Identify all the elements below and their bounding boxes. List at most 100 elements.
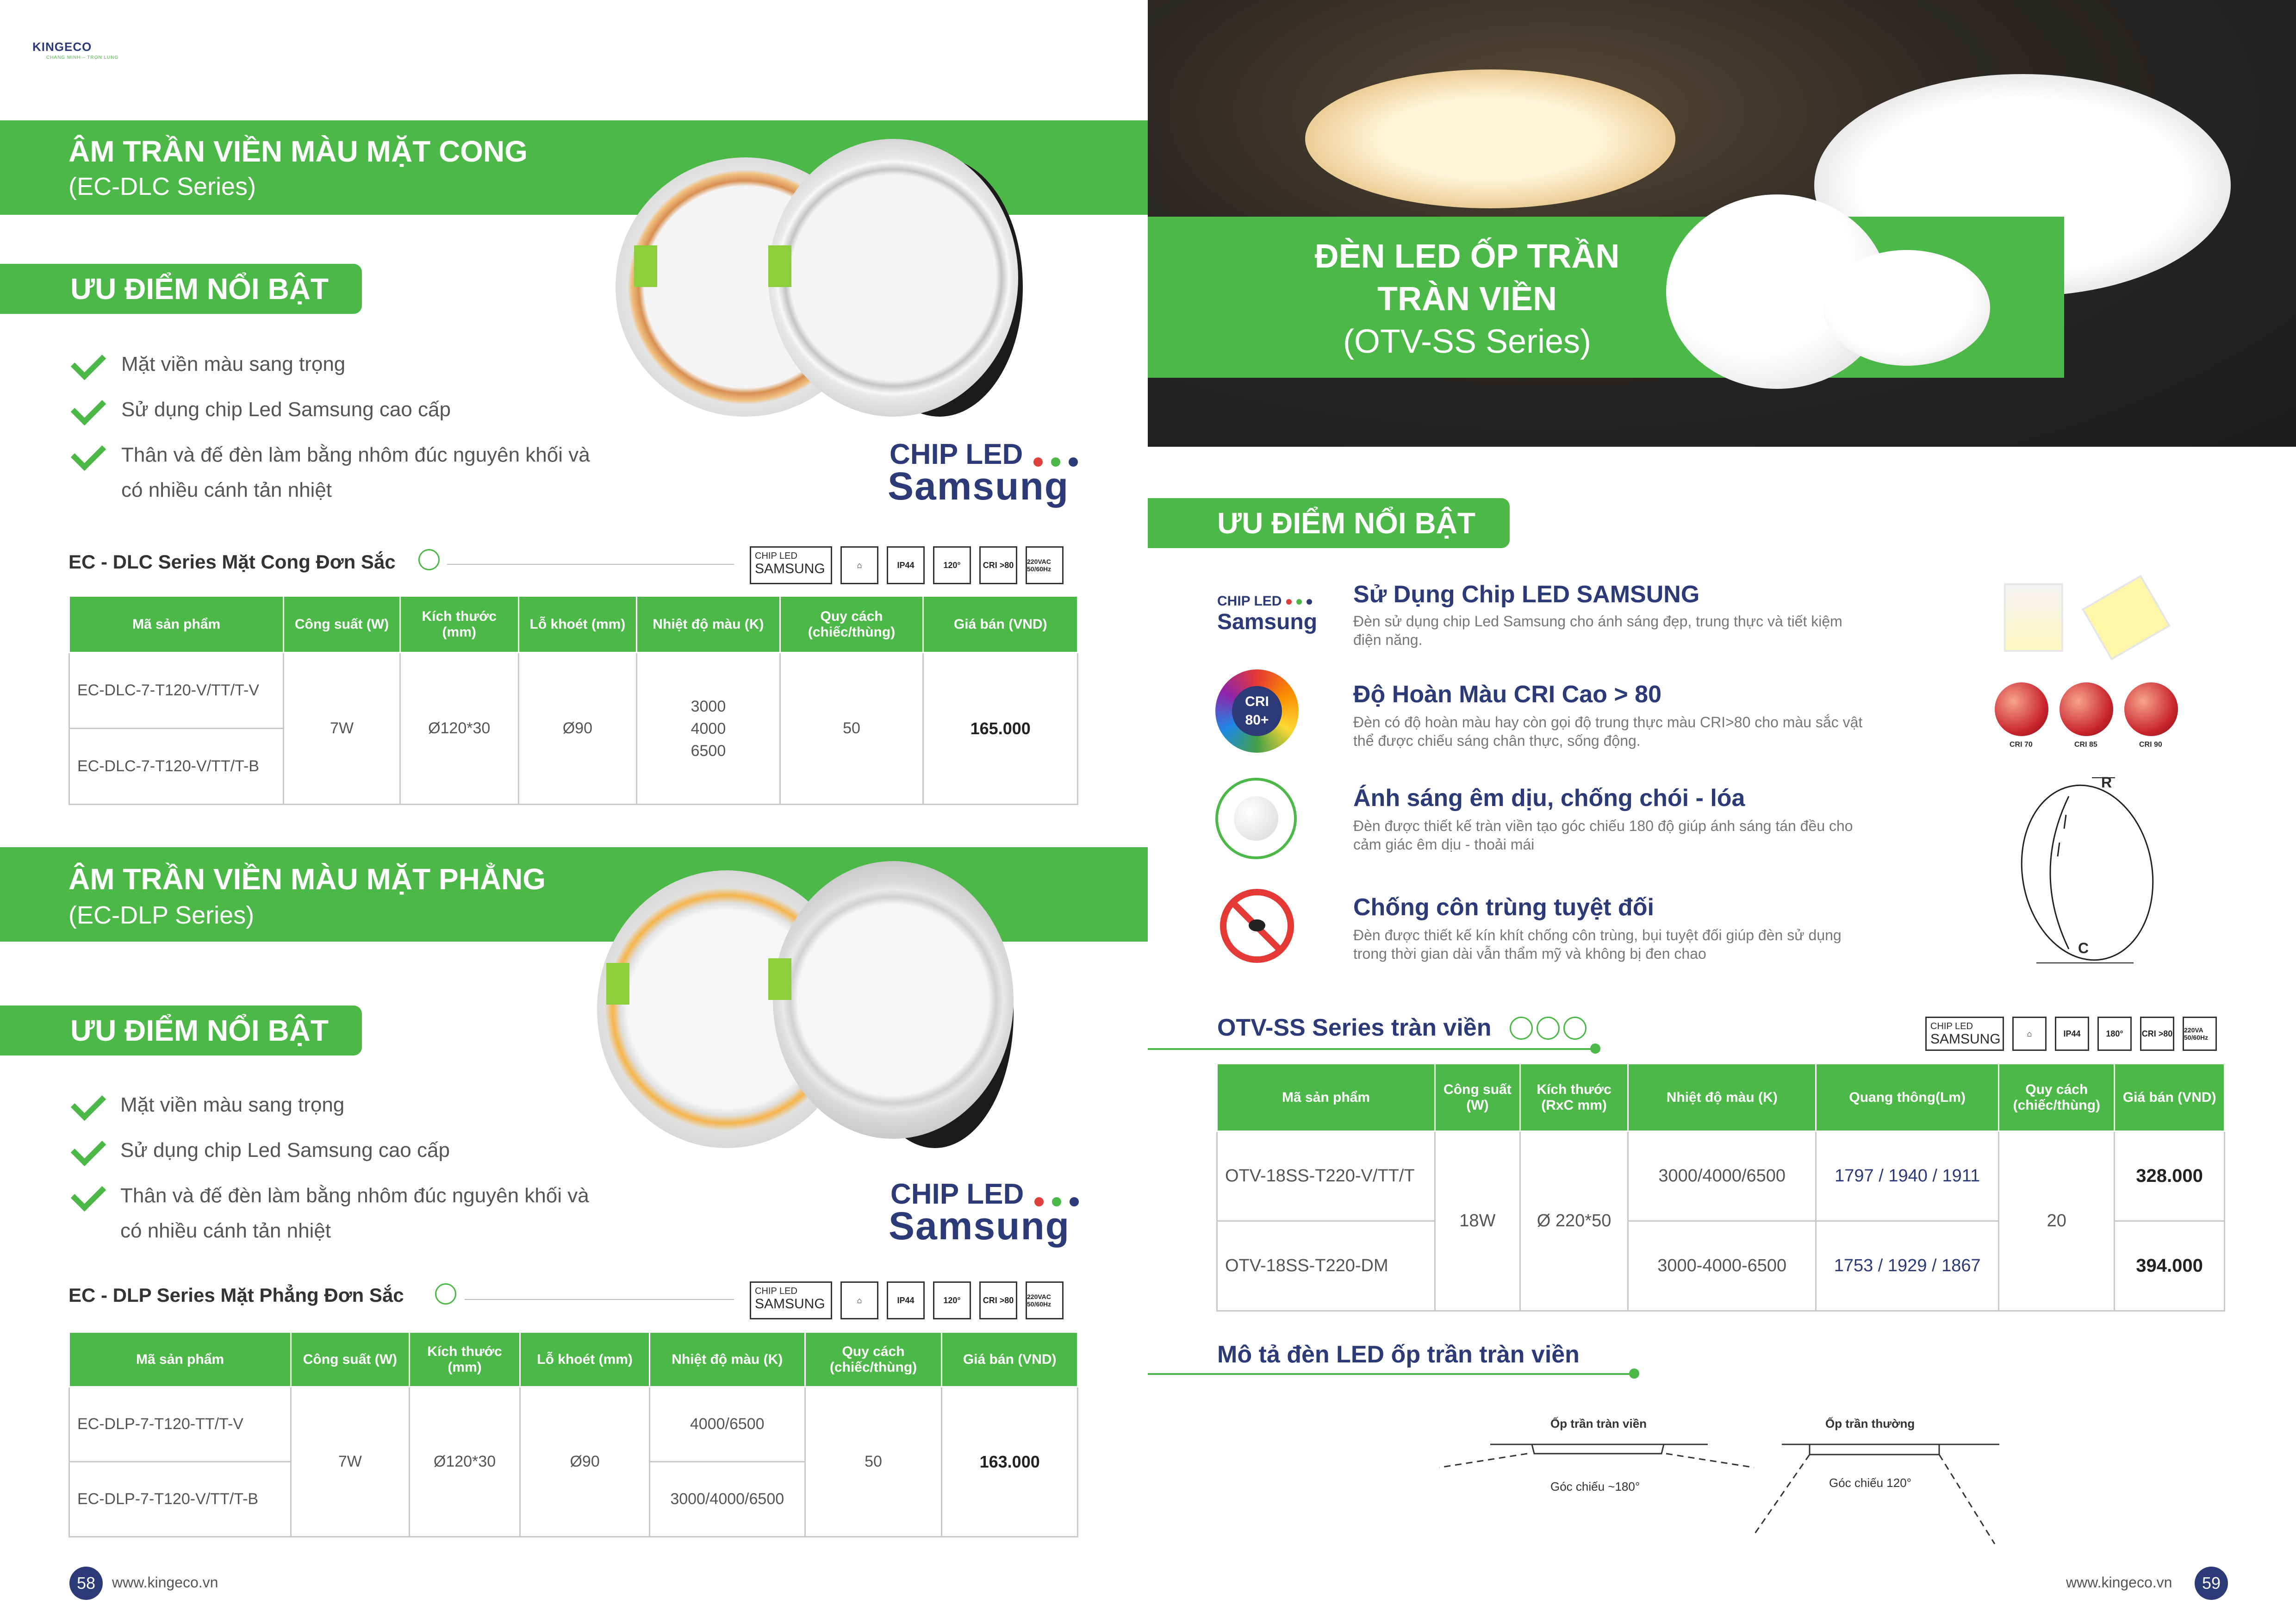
cri-icon: CRI >80 xyxy=(2140,1017,2174,1051)
divider xyxy=(1148,1048,1597,1050)
website-link[interactable]: www.kingeco.vn xyxy=(112,1574,218,1591)
cct-cell: 3000 4000 6500 xyxy=(636,652,781,805)
dlp-table-title: EC - DLP Series Mặt Phẳng Đơn Sắc xyxy=(68,1284,404,1306)
dlc-series: (EC-DLC Series) xyxy=(68,173,256,200)
power-cell: 7W xyxy=(290,1386,410,1537)
col-header: Công suất (W) xyxy=(290,1331,410,1387)
size-cell: Ø 220*50 xyxy=(1519,1131,1629,1312)
feature-title: Ánh sáng êm dịu, chống chói - lóa xyxy=(1353,785,1745,812)
dlc-price-table: Mã sản phẩm Công suất (W) Kích thước (mm… xyxy=(68,595,1078,805)
ip44-icon: IP44 xyxy=(887,546,925,584)
ip44-icon: IP44 xyxy=(887,1281,925,1319)
product-code: EC-DLC-7-T120-V/TT/T-B xyxy=(68,728,285,805)
apple-image xyxy=(2124,682,2178,736)
beam-angle-icon: 120° xyxy=(933,546,971,584)
feature-desc: Đèn sử dụng chip Led Samsung cho ánh sán… xyxy=(1353,613,1842,648)
divider-dot xyxy=(1629,1368,1639,1379)
col-header: Quy cách (chiếc/thùng) xyxy=(804,1331,943,1387)
page-number: 59 xyxy=(2195,1567,2228,1600)
divider xyxy=(1148,1373,1634,1375)
dlc-samsung-logo: Samsung xyxy=(888,464,1070,508)
beam-angle-diagram xyxy=(1439,1443,1999,1544)
col-header: Kích thước (mm) xyxy=(399,595,519,653)
divider-dot xyxy=(1590,1043,1600,1054)
dlp-check-icon xyxy=(70,1131,106,1167)
dlc-check-icon xyxy=(70,435,106,471)
lumen-cell: 1797 / 1940 / 1911 xyxy=(1815,1131,2000,1222)
desc-title: Mô tả đèn LED ốp trần tràn viền xyxy=(1217,1341,1580,1368)
diagram-label: Ốp trần tràn viền xyxy=(1550,1417,1647,1430)
dlc-bullet-1: Mặt viền màu sang trọng xyxy=(121,353,346,375)
dlp-bullet-4: có nhiều cánh tản nhiệt xyxy=(120,1219,331,1242)
cutout-cell: Ø90 xyxy=(519,1386,650,1537)
bulb-icon xyxy=(418,549,440,570)
bulb-icon xyxy=(1563,1017,1587,1040)
beam-angle-icon: 120° xyxy=(933,1281,971,1319)
table-row: EC-DLC-7-T120-V/TT/T-V 7W Ø120*30 Ø90 30… xyxy=(68,652,1078,805)
power-cell: 18W xyxy=(1434,1131,1521,1312)
chip-led-spec-icon: CHIP LED SAMSUNG xyxy=(1925,1017,2004,1051)
chip-led-spec-icon: CHIP LED SAMSUNG xyxy=(750,1281,832,1319)
dlp-product-image xyxy=(597,852,1023,1167)
price-cell: 163.000 xyxy=(941,1386,1078,1537)
col-header: Quang thông(Lm) xyxy=(1815,1063,2000,1132)
product-code: EC-DLP-7-T120-V/TT/T-B xyxy=(68,1461,292,1537)
col-header: Lỗ khoét (mm) xyxy=(517,595,638,653)
apple-image xyxy=(1995,682,2048,736)
apple-label: CRI 70 xyxy=(2010,741,2033,749)
feature-desc: Đèn được thiết kế tràn viền tạo góc chiế… xyxy=(1353,818,1853,853)
dlp-check-icon xyxy=(70,1176,106,1212)
website-link[interactable]: www.kingeco.vn xyxy=(2066,1574,2172,1591)
table-row: OTV-18SS-T220-V/TT/T 18W Ø 220*50 3000/4… xyxy=(1216,1131,2225,1312)
led-chip-image xyxy=(2081,575,2171,661)
voltage-icon: 220VAC 50/60Hz xyxy=(1026,1281,1064,1319)
feature-title: Chống côn trùng tuyệt đối xyxy=(1353,894,1654,921)
otv-advantages-tag: ƯU ĐIỂM NỔI BẬT xyxy=(1148,498,1510,548)
col-header: Giá bán (VND) xyxy=(922,595,1078,653)
dlp-spec-icons: CHIP LED SAMSUNG ⌂ IP44 120° CRI >80 220V… xyxy=(750,1281,1064,1319)
pack-cell: 50 xyxy=(779,652,924,805)
size-cell: Ø120*30 xyxy=(408,1386,521,1537)
lumen-cell: 1753 / 1929 / 1867 xyxy=(1815,1220,2000,1312)
dlp-advantages-tag: ƯU ĐIỂM NỔI BẬT xyxy=(0,1006,362,1056)
no-insect-icon xyxy=(1220,889,1294,963)
cct-cell: 3000-4000-6500 xyxy=(1627,1220,1817,1312)
col-header: Nhiệt độ màu (K) xyxy=(636,595,781,653)
cri-color-wheel-icon: CRI 80+ xyxy=(1215,669,1299,753)
diagram-label: Ốp trần thường xyxy=(1825,1417,1915,1430)
page-number: 58 xyxy=(69,1567,103,1600)
product-code: EC-DLP-7-T120-TT/T-V xyxy=(68,1386,292,1462)
product-code: EC-DLC-7-T120-V/TT/T-V xyxy=(68,652,285,729)
bulb-icons xyxy=(1510,1017,1587,1040)
col-header: Giá bán (VND) xyxy=(941,1331,1078,1387)
bulb-icon xyxy=(1537,1017,1560,1040)
size-cell: Ø120*30 xyxy=(399,652,519,805)
bulb-icon xyxy=(435,1283,456,1305)
feature-desc: Đèn được thiết kế kín khít chống côn trù… xyxy=(1353,927,1842,962)
apple-label: CRI 90 xyxy=(2139,741,2162,749)
otv-spec-icons: CHIP LED SAMSUNG ⌂ IP44 180° CRI >80 220V… xyxy=(1925,1017,2217,1051)
col-header: Công suất (W) xyxy=(283,595,401,653)
col-header: Công suất (W) xyxy=(1434,1063,1521,1132)
cct-cell: 4000/6500 xyxy=(648,1386,806,1462)
dlc-bullet-3: Thân và đế đèn làm bằng nhôm đúc nguyên … xyxy=(121,443,590,466)
table-row: EC-DLP-7-T120-TT/T-V 7W Ø120*30 Ø90 4000… xyxy=(68,1386,1078,1537)
diagram-angle-label: Góc chiếu ~180° xyxy=(1550,1480,1640,1493)
dimension-icon: ⌂ xyxy=(840,546,878,584)
apple-label: CRI 85 xyxy=(2074,741,2097,749)
power-cell: 7W xyxy=(283,652,401,805)
samsung-chip-icon: CHIP LED Samsung xyxy=(1217,593,1318,634)
col-header: Nhiệt độ màu (K) xyxy=(648,1331,806,1387)
diagram-angle-label: Góc chiếu 120° xyxy=(1829,1476,1912,1490)
feature-desc: Đèn có độ hoàn màu hay còn gọi độ trung … xyxy=(1353,714,1863,749)
dimension-icon: ⌂ xyxy=(840,1281,878,1319)
dlc-check-icon xyxy=(70,344,106,381)
ip44-icon: IP44 xyxy=(2055,1017,2089,1051)
dim-label-r: R xyxy=(2101,774,2112,791)
dlc-advantages-tag: ƯU ĐIỂM NỔI BẬT xyxy=(0,264,362,314)
col-header: Kích thước (mm) xyxy=(408,1331,521,1387)
dlp-bullet-1: Mặt viền màu sang trọng xyxy=(120,1093,345,1116)
feature-title: Độ Hoàn Màu CRI Cao > 80 xyxy=(1353,681,1661,708)
dlp-bullet-3: Thân và đế đèn làm bằng nhôm đúc nguyên … xyxy=(120,1184,589,1207)
apple-image xyxy=(2060,682,2113,736)
